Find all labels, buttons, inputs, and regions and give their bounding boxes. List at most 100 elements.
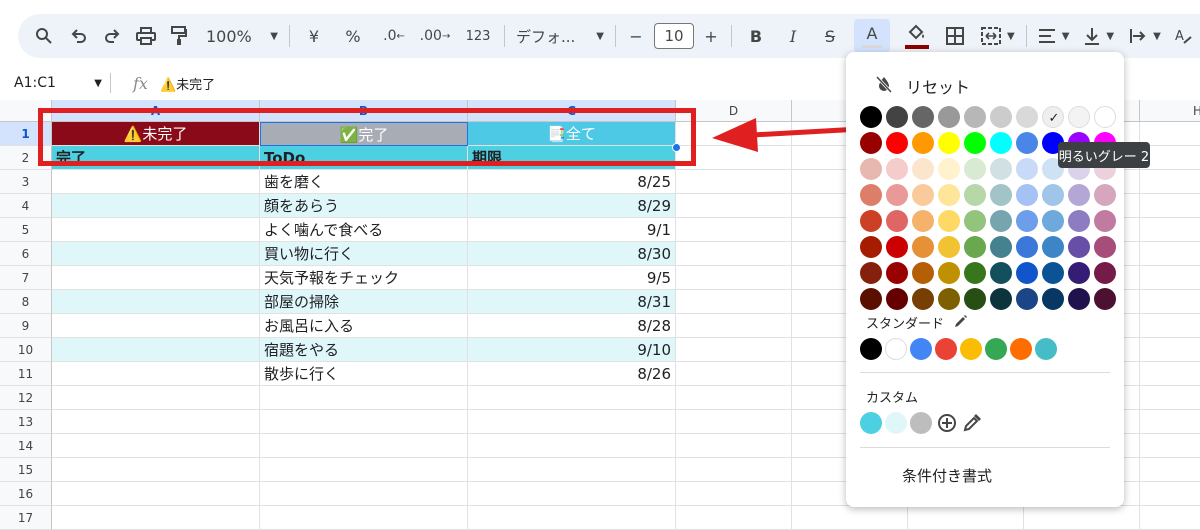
palette-swatch[interactable]	[964, 184, 986, 206]
palette-swatch[interactable]	[912, 106, 934, 128]
empty-cell[interactable]	[52, 410, 260, 434]
empty-cell[interactable]	[52, 506, 260, 530]
palette-swatch[interactable]	[964, 106, 986, 128]
row-header-11[interactable]: 11	[0, 362, 52, 386]
task-due-cell[interactable]: 8/31	[468, 290, 676, 314]
standard-color-swatch[interactable]	[935, 338, 957, 360]
palette-swatch[interactable]	[964, 262, 986, 284]
palette-swatch[interactable]	[990, 288, 1012, 310]
task-done-cell[interactable]	[52, 266, 260, 290]
empty-cell[interactable]	[468, 506, 676, 530]
palette-swatch[interactable]	[912, 262, 934, 284]
text-color-button[interactable]: A	[854, 19, 890, 53]
palette-swatch[interactable]	[938, 158, 960, 180]
palette-swatch[interactable]	[1042, 236, 1064, 258]
row-header-3[interactable]: 3	[0, 170, 52, 194]
empty-cell[interactable]	[260, 482, 468, 506]
text-rotation-icon[interactable]: A	[1174, 20, 1192, 52]
row-header-5[interactable]: 5	[0, 218, 52, 242]
palette-swatch[interactable]	[1068, 236, 1090, 258]
palette-swatch[interactable]	[964, 132, 986, 154]
row-header-12[interactable]: 12	[0, 386, 52, 410]
palette-swatch[interactable]	[964, 236, 986, 258]
row-header-13[interactable]: 13	[0, 410, 52, 434]
task-due-cell[interactable]: 8/28	[468, 314, 676, 338]
standard-color-swatch[interactable]	[960, 338, 982, 360]
palette-swatch[interactable]	[990, 262, 1012, 284]
palette-swatch[interactable]	[860, 184, 882, 206]
palette-swatch[interactable]	[860, 132, 882, 154]
decrease-decimal-button[interactable]: .0 ←	[379, 20, 409, 52]
task-todo-cell[interactable]: よく噛んで食べる	[260, 218, 468, 242]
task-due-cell[interactable]: 8/25	[468, 170, 676, 194]
palette-swatch[interactable]	[990, 236, 1012, 258]
empty-cell[interactable]	[468, 458, 676, 482]
task-done-cell[interactable]	[52, 194, 260, 218]
empty-cell[interactable]	[260, 434, 468, 458]
palette-swatch[interactable]	[860, 106, 882, 128]
edit-icon[interactable]	[954, 314, 968, 332]
row-header-15[interactable]: 15	[0, 458, 52, 482]
font-size-input[interactable]: 10	[654, 23, 694, 49]
redo-icon[interactable]	[103, 20, 121, 52]
palette-swatch[interactable]	[860, 158, 882, 180]
palette-swatch[interactable]	[1094, 106, 1116, 128]
palette-swatch[interactable]	[938, 236, 960, 258]
palette-swatch[interactable]	[938, 184, 960, 206]
italic-button[interactable]: I	[780, 20, 806, 52]
row-header-6[interactable]: 6	[0, 242, 52, 266]
task-due-cell[interactable]: 8/29	[468, 194, 676, 218]
palette-swatch[interactable]	[1016, 158, 1038, 180]
palette-swatch[interactable]	[990, 184, 1012, 206]
row-header-7[interactable]: 7	[0, 266, 52, 290]
row-header-16[interactable]: 16	[0, 482, 52, 506]
row-header-4[interactable]: 4	[0, 194, 52, 218]
undo-icon[interactable]	[70, 20, 88, 52]
task-todo-cell[interactable]: 顔をあらう	[260, 194, 468, 218]
palette-swatch[interactable]	[860, 262, 882, 284]
empty-cell[interactable]	[260, 386, 468, 410]
fill-color-button[interactable]	[903, 19, 931, 53]
reset-color-button[interactable]: リセット	[875, 74, 970, 98]
horizontal-align-icon[interactable]: ▼	[1038, 20, 1069, 52]
palette-swatch[interactable]	[860, 210, 882, 232]
paint-format-icon[interactable]	[171, 20, 187, 52]
task-due-cell[interactable]: 9/5	[468, 266, 676, 290]
row-header-10[interactable]: 10	[0, 338, 52, 362]
palette-swatch[interactable]	[990, 158, 1012, 180]
row-header-8[interactable]: 8	[0, 290, 52, 314]
task-todo-cell[interactable]: 天気予報をチェック	[260, 266, 468, 290]
palette-swatch[interactable]	[1016, 106, 1038, 128]
palette-swatch[interactable]	[1016, 262, 1038, 284]
palette-swatch[interactable]	[1094, 236, 1116, 258]
task-todo-cell[interactable]: お風呂に入る	[260, 314, 468, 338]
custom-color-swatch[interactable]	[885, 412, 907, 434]
palette-swatch[interactable]	[912, 158, 934, 180]
palette-swatch[interactable]	[938, 106, 960, 128]
row-header-9[interactable]: 9	[0, 314, 52, 338]
palette-swatch[interactable]	[886, 158, 908, 180]
task-done-cell[interactable]	[52, 218, 260, 242]
empty-cell[interactable]	[468, 482, 676, 506]
palette-swatch[interactable]	[1042, 288, 1064, 310]
eyedropper-icon[interactable]	[962, 413, 982, 433]
task-todo-cell[interactable]: 宿題をやる	[260, 338, 468, 362]
palette-swatch[interactable]	[1068, 210, 1090, 232]
add-custom-color-icon[interactable]	[936, 412, 958, 434]
palette-swatch[interactable]	[1016, 132, 1038, 154]
task-due-cell[interactable]: 8/26	[468, 362, 676, 386]
task-done-cell[interactable]	[52, 170, 260, 194]
palette-swatch[interactable]	[912, 132, 934, 154]
palette-swatch[interactable]	[1042, 210, 1064, 232]
task-due-cell[interactable]: 9/10	[468, 338, 676, 362]
task-done-cell[interactable]	[52, 362, 260, 386]
palette-swatch[interactable]	[1094, 184, 1116, 206]
palette-swatch[interactable]	[964, 210, 986, 232]
conditional-formatting-link[interactable]: 条件付き書式	[902, 465, 992, 486]
font-size-decrease-button[interactable]: −	[627, 20, 645, 52]
task-done-cell[interactable]	[52, 314, 260, 338]
empty-cell[interactable]	[260, 410, 468, 434]
strikethrough-button[interactable]: S	[817, 20, 843, 52]
task-done-cell[interactable]	[52, 290, 260, 314]
bold-button[interactable]: B	[743, 20, 769, 52]
